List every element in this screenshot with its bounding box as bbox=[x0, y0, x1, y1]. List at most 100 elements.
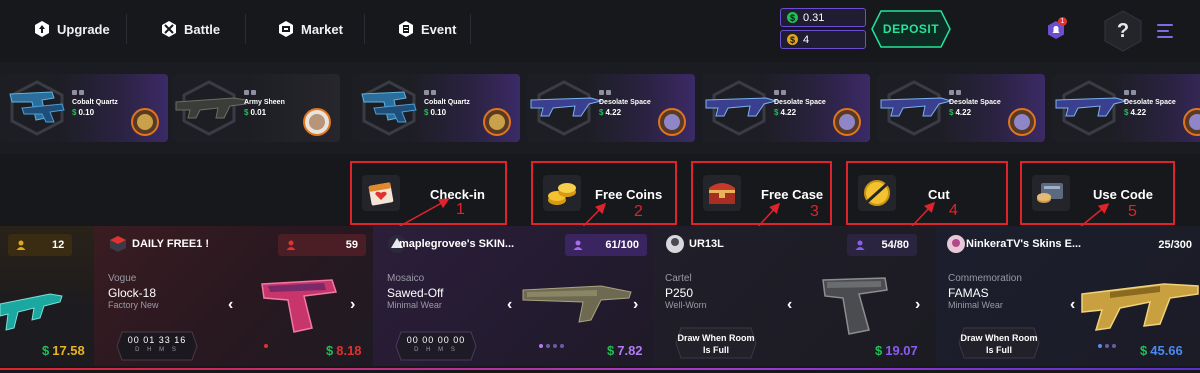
nav-battle[interactable]: Battle bbox=[160, 17, 220, 41]
giveaway-card[interactable]: maplegrovee's SKIN... 61/100 Mosaico Saw… bbox=[373, 226, 653, 366]
giveaway-card[interactable]: UR13L 54/80 Cartel P250 Well-Worn ‹ › Dr… bbox=[653, 226, 936, 366]
timer-units: D H M S bbox=[414, 347, 458, 353]
annotation-number: 1 bbox=[456, 201, 465, 218]
next-arrow[interactable]: › bbox=[350, 296, 355, 314]
user-icon bbox=[855, 240, 865, 250]
item-collection: Cartel bbox=[665, 273, 692, 284]
countdown-timer: 00 00 00 00 D H M S bbox=[395, 331, 477, 361]
timer-value: 00 01 33 16 bbox=[127, 335, 187, 345]
use-code-button[interactable]: Use Code bbox=[1020, 161, 1175, 225]
drop-info: Cobalt Quartz $0.10 bbox=[72, 90, 118, 117]
drop-info: Desolate Space $4.22 bbox=[1124, 90, 1176, 117]
drop-card[interactable]: Desolate Space $4.22 bbox=[877, 74, 1045, 142]
avatar bbox=[1008, 108, 1036, 136]
use-code-label: Use Code bbox=[1093, 187, 1153, 202]
drop-card[interactable]: Cobalt Quartz $0.10 bbox=[0, 74, 168, 142]
rifle-icon bbox=[880, 97, 953, 117]
drop-card[interactable]: Desolate Space $4.22 bbox=[1052, 74, 1200, 142]
avatar bbox=[833, 108, 861, 136]
annotation-number: 4 bbox=[949, 202, 958, 219]
help-button[interactable]: ? bbox=[1103, 10, 1143, 52]
timer-value: 00 00 00 00 bbox=[406, 335, 466, 345]
check-in-button[interactable]: Check-in bbox=[350, 161, 507, 225]
deposit-label: DEPOSIT bbox=[882, 22, 940, 36]
item-collection: Mosaico bbox=[387, 273, 425, 284]
item-price: $19.07 bbox=[875, 343, 918, 358]
coins-value: 4 bbox=[803, 33, 810, 46]
top-navigation: Upgrade Battle Market Event $ 0.31 $ 4 D… bbox=[0, 0, 1200, 60]
rifle-icon bbox=[1055, 97, 1128, 117]
giveaway-card[interactable]: DAILY FREE1 ! 59 Vogue Glock-18 Factory … bbox=[94, 226, 373, 366]
battle-icon bbox=[162, 21, 176, 37]
cut-button[interactable]: Cut bbox=[846, 161, 1008, 225]
balance-row: $ 0.31 bbox=[780, 8, 866, 27]
bottom-accent-line bbox=[0, 368, 1200, 370]
free-coins-button[interactable]: Free Coins bbox=[531, 161, 677, 225]
menu-icon[interactable] bbox=[1157, 24, 1173, 38]
prev-arrow[interactable]: ‹ bbox=[1070, 296, 1075, 314]
code-icon bbox=[1032, 175, 1070, 211]
next-arrow[interactable]: › bbox=[915, 296, 920, 314]
user-icon bbox=[16, 240, 26, 250]
drop-info: Desolate Space $4.22 bbox=[774, 90, 826, 117]
cut-label: Cut bbox=[928, 187, 950, 202]
avatar bbox=[666, 235, 684, 253]
participants-badge: 59 bbox=[278, 234, 366, 256]
item-price: $4.22 bbox=[949, 108, 972, 117]
item-collection: Commemoration bbox=[948, 273, 1022, 284]
drop-card[interactable]: Cobalt Quartz $0.10 bbox=[352, 74, 520, 142]
timer-units: D H M S bbox=[135, 347, 179, 353]
participants-count: 59 bbox=[345, 239, 358, 251]
rifle-image bbox=[0, 293, 63, 331]
nav-divider bbox=[470, 14, 471, 44]
item-category bbox=[1124, 90, 1176, 95]
giveaway-card[interactable]: 12 $17.58 bbox=[0, 226, 94, 366]
item-name: Cobalt Quartz bbox=[72, 99, 118, 106]
slide-dots bbox=[539, 344, 564, 348]
avatar bbox=[483, 108, 511, 136]
item-category bbox=[424, 90, 470, 95]
free-case-label: Free Case bbox=[761, 187, 824, 202]
drop-card[interactable]: Desolate Space $4.22 bbox=[527, 74, 695, 142]
item-name: Desolate Space bbox=[599, 99, 651, 106]
giveaway-title: maplegrovee's SKIN... bbox=[399, 238, 515, 250]
item-price: $7.82 bbox=[607, 343, 643, 358]
pistol-icon bbox=[361, 91, 417, 123]
next-arrow[interactable]: › bbox=[633, 296, 638, 314]
market-icon bbox=[279, 21, 293, 37]
item-price: $4.22 bbox=[599, 108, 622, 117]
countdown-timer: 00 01 33 16 D H M S bbox=[116, 331, 198, 361]
prev-arrow[interactable]: ‹ bbox=[228, 296, 233, 314]
avatar bbox=[947, 235, 965, 253]
participants-count: 12 bbox=[52, 239, 65, 251]
giveaway-card[interactable]: NinkeraTV's Skins E... 25/300 Commemorat… bbox=[936, 226, 1200, 366]
item-category bbox=[949, 90, 1001, 95]
nav-market[interactable]: Market bbox=[277, 17, 343, 41]
giveaway-title: UR13L bbox=[689, 238, 724, 250]
pistol-image bbox=[261, 279, 338, 333]
wallet[interactable]: $ 0.31 $ 4 bbox=[780, 8, 866, 50]
draw-status: Draw When Room Is Full bbox=[675, 327, 757, 359]
item-name: Desolate Space bbox=[1124, 99, 1176, 106]
coin-icon: $ bbox=[787, 34, 798, 45]
item-collection: Vogue bbox=[108, 273, 137, 284]
avatar bbox=[303, 108, 331, 136]
avatar bbox=[1183, 108, 1200, 136]
item-category bbox=[244, 90, 285, 95]
nav-market-label: Market bbox=[301, 21, 343, 37]
prev-arrow[interactable]: ‹ bbox=[787, 296, 792, 314]
nav-divider bbox=[364, 14, 365, 44]
live-drops-ticker: Cobalt Quartz $0.10 Army Sheen $0.01 Cob… bbox=[0, 62, 1200, 154]
nav-upgrade[interactable]: Upgrade bbox=[33, 17, 110, 41]
drop-card[interactable]: Army Sheen $0.01 bbox=[172, 74, 340, 142]
prev-arrow[interactable]: ‹ bbox=[507, 296, 512, 314]
item-wear: Well-Worn bbox=[665, 300, 707, 310]
slide-dots bbox=[264, 344, 268, 348]
drop-info: Desolate Space $4.22 bbox=[599, 90, 651, 117]
nav-event[interactable]: Event bbox=[397, 17, 456, 41]
deposit-button[interactable]: DEPOSIT bbox=[871, 10, 951, 48]
slide-dots bbox=[1098, 344, 1116, 348]
item-category bbox=[72, 90, 118, 95]
giveaway-title: DAILY FREE1 ! bbox=[132, 238, 210, 250]
drop-card[interactable]: Desolate Space $4.22 bbox=[702, 74, 870, 142]
